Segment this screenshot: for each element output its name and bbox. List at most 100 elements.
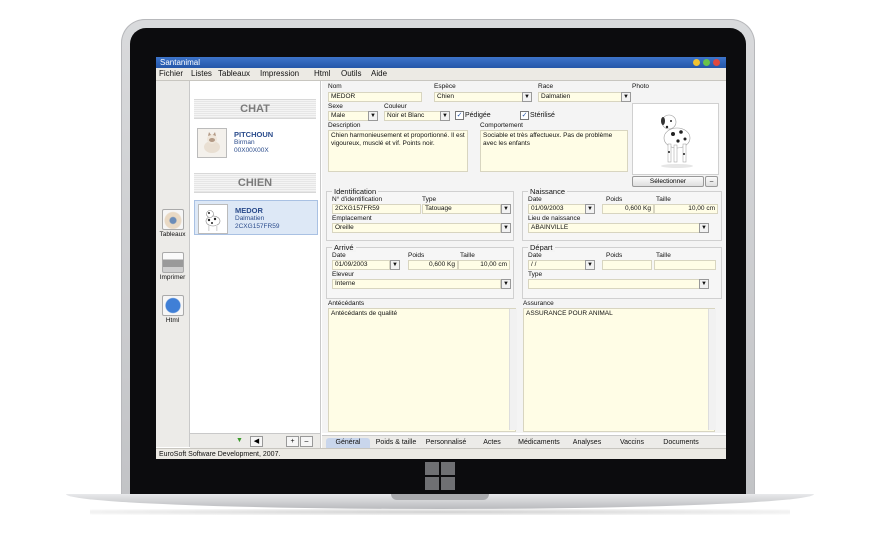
group-header-chat[interactable]: CHAT: [194, 99, 316, 119]
naissance-poids-field[interactable]: 0,600 Kg: [602, 204, 654, 214]
lieu-naissance-dropdown-icon[interactable]: ▼: [699, 223, 709, 233]
menu-tableaux[interactable]: Tableaux: [218, 68, 250, 80]
emplacement-field[interactable]: Oreille: [332, 223, 501, 233]
animal-card-pitchoun[interactable]: PITCHOUN Birman 00X00X00X: [194, 125, 316, 161]
antecedants-label: Antécédants: [328, 300, 365, 307]
depart-type-label: Type: [528, 271, 543, 278]
identification-type-dropdown-icon[interactable]: ▼: [501, 204, 511, 214]
toolbar-html-button[interactable]: Html: [156, 295, 189, 324]
depart-date-dropdown-icon[interactable]: ▼: [585, 260, 595, 270]
naissance-taille-field[interactable]: 10,00 cm: [654, 204, 718, 214]
sexe-dropdown-icon[interactable]: ▼: [368, 111, 378, 121]
espece-dropdown-icon[interactable]: ▼: [522, 92, 532, 102]
filter-icon[interactable]: ▼: [234, 436, 245, 445]
race-dropdown-icon[interactable]: ▼: [621, 92, 631, 102]
race-label: Race: [538, 83, 554, 90]
photo-label: Photo: [632, 83, 649, 90]
eleveur-field[interactable]: Interne: [332, 279, 501, 289]
animal-card-medor[interactable]: MEDOR Dalmatien 2CXG157FR59: [194, 200, 318, 235]
tab-analyses[interactable]: Analyses: [566, 438, 608, 448]
identification-type-label: Type: [422, 196, 437, 203]
depart-taille-field[interactable]: [654, 260, 716, 270]
naissance-date-label: Date: [528, 196, 542, 203]
description-textarea[interactable]: Chien harmonieusement et proportionné. I…: [328, 130, 468, 172]
minimize-icon[interactable]: [693, 59, 700, 66]
race-field[interactable]: Dalmatien: [538, 92, 622, 102]
lieu-naissance-field[interactable]: ABAINVILLE: [528, 223, 700, 233]
assurance-scrollbar[interactable]: [708, 309, 716, 430]
toolbar-imprimer-button[interactable]: Imprimer: [156, 252, 189, 281]
menu-outils[interactable]: Outils: [341, 68, 361, 80]
pedigree-checkbox[interactable]: ✓: [455, 111, 464, 120]
eleveur-dropdown-icon[interactable]: ▼: [501, 279, 511, 289]
menu-impression[interactable]: Impression: [260, 68, 299, 80]
tab-personnalise[interactable]: Personnalisé: [422, 438, 470, 448]
couleur-field[interactable]: Noir et Blanc: [384, 111, 441, 121]
depart-poids-field[interactable]: [602, 260, 652, 270]
arrive-taille-field[interactable]: 10,00 cm: [458, 260, 510, 270]
sexe-field[interactable]: Male: [328, 111, 370, 121]
animal-id: 2CXG157FR59: [235, 223, 280, 230]
arrive-date-label: Date: [332, 252, 346, 259]
animal-list-footer: ▼ ◀ + –: [190, 433, 320, 448]
maximize-icon[interactable]: [703, 59, 710, 66]
antecedants-textarea[interactable]: Antécédants de qualité: [328, 308, 516, 432]
naissance-taille-label: Taille: [656, 196, 671, 203]
arrive-date-field[interactable]: 01/09/2003: [332, 260, 390, 270]
comportement-label: Comportement: [480, 122, 523, 129]
add-icon[interactable]: +: [286, 436, 299, 447]
status-bar: EuroSoft Software Development, 2007.: [156, 448, 726, 459]
arrive-date-dropdown-icon[interactable]: ▼: [390, 260, 400, 270]
prev-icon[interactable]: ◀: [250, 436, 263, 447]
comportement-textarea[interactable]: Sociable et très affectueux. Pas de prob…: [480, 130, 628, 172]
depart-type-dropdown-icon[interactable]: ▼: [699, 279, 709, 289]
depart-type-field[interactable]: [528, 279, 700, 289]
nom-label: Nom: [328, 83, 342, 90]
identification-num-field[interactable]: 2CXG157FR59: [332, 204, 421, 214]
animal-thumbnail: [198, 204, 228, 234]
identification-title: Identification: [332, 187, 379, 196]
nom-field[interactable]: MEDOR: [328, 92, 422, 102]
tab-poids-taille[interactable]: Poids & taille: [372, 438, 420, 448]
tab-actes[interactable]: Actes: [474, 438, 510, 448]
app-screen: Santanimal Fichier Listes Tableaux Impre…: [156, 57, 726, 459]
menu-html[interactable]: Html: [314, 68, 330, 80]
animal-name: PITCHOUN: [234, 130, 274, 139]
depart-poids-label: Poids: [606, 252, 623, 259]
toolbar-tableaux-button[interactable]: Tableaux: [156, 209, 189, 238]
group-header-chien[interactable]: CHIEN: [194, 173, 316, 193]
arrive-poids-field[interactable]: 0,600 Kg: [408, 260, 458, 270]
remove-photo-button[interactable]: –: [705, 176, 718, 187]
select-photo-button[interactable]: Sélectionner: [632, 176, 704, 187]
tab-general[interactable]: Général: [326, 438, 370, 448]
emplacement-dropdown-icon[interactable]: ▼: [501, 223, 511, 233]
globe-icon: [161, 295, 184, 316]
naissance-date-field[interactable]: 01/09/2003: [528, 204, 586, 214]
sexe-label: Sexe: [328, 103, 343, 110]
menu-fichier[interactable]: Fichier: [159, 68, 183, 80]
espece-field[interactable]: Chien: [434, 92, 526, 102]
animal-breed: Birman: [234, 139, 255, 146]
identification-type-field[interactable]: Tatouage: [422, 204, 501, 214]
emplacement-label: Emplacement: [332, 215, 372, 222]
depart-title: Départ: [528, 243, 555, 252]
laptop-base-notch: [391, 494, 489, 500]
menu-aide[interactable]: Aide: [371, 68, 387, 80]
tab-vaccins[interactable]: Vaccins: [614, 438, 650, 448]
antecedants-scrollbar[interactable]: [509, 309, 517, 430]
couleur-label: Couleur: [384, 103, 407, 110]
tab-medicaments[interactable]: Médicaments: [514, 438, 564, 448]
assurance-textarea[interactable]: ASSURANCE POUR ANIMAL: [523, 308, 715, 432]
menu-listes[interactable]: Listes: [191, 68, 212, 80]
depart-date-field[interactable]: / /: [528, 260, 586, 270]
close-icon[interactable]: [713, 59, 720, 66]
animal-thumbnail: [197, 128, 227, 158]
tab-documents[interactable]: Documents: [656, 438, 706, 448]
naissance-date-dropdown-icon[interactable]: ▼: [585, 204, 595, 214]
couleur-dropdown-icon[interactable]: ▼: [440, 111, 450, 121]
windows-logo-icon: [425, 462, 455, 490]
remove-icon[interactable]: –: [300, 436, 313, 447]
arrive-title: Arrivé: [332, 243, 356, 252]
assurance-label: Assurance: [523, 300, 554, 307]
sterilise-checkbox[interactable]: ✓: [520, 111, 529, 120]
